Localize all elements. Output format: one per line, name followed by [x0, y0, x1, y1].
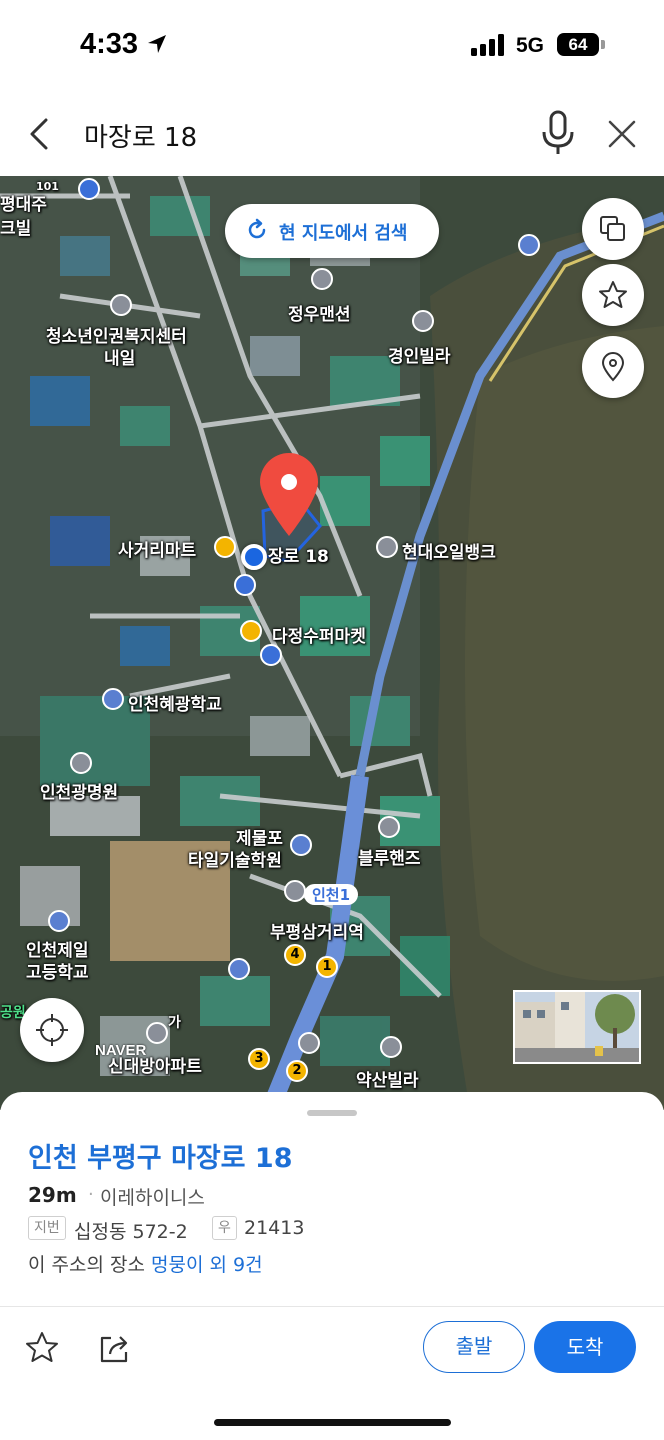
home-indicator[interactable] — [214, 1419, 451, 1426]
naver-logo: NAVER — [95, 1042, 147, 1059]
selected-location-label: 장로 18 — [268, 547, 329, 567]
bus-stop-icon[interactable] — [78, 178, 100, 200]
current-location-button[interactable] — [20, 998, 84, 1062]
map-label: 평대주 — [0, 195, 47, 215]
favorites-button[interactable] — [582, 264, 644, 326]
status-bar: 4:33 5G 64 — [0, 0, 664, 92]
school-icon[interactable] — [48, 910, 70, 932]
map-label: 가 — [168, 1015, 181, 1031]
bus-stop-icon[interactable] — [260, 644, 282, 666]
search-bar: 마장로 18 — [0, 92, 664, 176]
save-star-icon[interactable] — [24, 1330, 60, 1366]
selected-location-marker-icon[interactable] — [256, 452, 322, 538]
accessibility-icon[interactable] — [284, 880, 306, 902]
subway-exit-2[interactable]: 2 — [286, 1060, 308, 1082]
map-label[interactable]: 고등학교 — [26, 958, 89, 983]
subway-exit-4[interactable]: 4 — [284, 944, 306, 966]
address-title: 인천 부평구 마장로 18 — [28, 1143, 293, 1174]
separator: · — [88, 1184, 94, 1205]
zip-badge: 우 — [212, 1216, 237, 1240]
map-layers-button[interactable] — [582, 198, 644, 260]
street-view-thumbnail[interactable] — [513, 990, 641, 1064]
places-link[interactable]: 멍뭉이 외 9건 — [151, 1254, 263, 1276]
back-icon[interactable] — [22, 114, 58, 154]
battery-icon: 64 — [557, 33, 599, 56]
building-poi-icon[interactable] — [412, 310, 434, 332]
map-label: 101 — [36, 180, 59, 193]
sheet-drag-handle[interactable] — [307, 1110, 357, 1116]
map-label[interactable]: 약산빌라 — [356, 1066, 419, 1091]
search-input[interactable]: 마장로 18 — [84, 117, 197, 154]
subway-line-badge[interactable]: 인천1 — [304, 884, 359, 905]
close-icon[interactable] — [604, 116, 640, 152]
battery-tip — [601, 40, 605, 49]
refresh-icon — [248, 218, 266, 239]
bus-stop-icon[interactable] — [234, 574, 256, 596]
crosshair-icon — [36, 1014, 68, 1046]
building-poi-icon[interactable] — [146, 1022, 168, 1044]
cellular-signal-icon — [471, 34, 504, 56]
search-this-area-button[interactable]: 현 지도에서 검색 — [225, 204, 439, 258]
building-poi-icon[interactable] — [380, 1036, 402, 1058]
building-poi-icon[interactable] — [70, 752, 92, 774]
map-label[interactable]: 현대오일뱅크 — [402, 538, 496, 563]
arrive-button[interactable]: 도착 — [534, 1321, 636, 1373]
car-repair-icon[interactable] — [378, 816, 400, 838]
location-pin-icon — [601, 352, 625, 382]
current-location-dot — [241, 544, 267, 570]
map-label: 크빌 — [0, 219, 32, 239]
subway-exit-1[interactable]: 1 — [316, 956, 338, 978]
place-pin-button[interactable] — [582, 336, 644, 398]
jibun-badge: 지번 — [28, 1216, 66, 1240]
restroom-icon[interactable] — [298, 1032, 320, 1054]
parking-icon[interactable] — [228, 958, 250, 980]
network-type: 5G — [516, 34, 545, 57]
map-label[interactable]: 다정수퍼마켓 — [272, 622, 366, 647]
place-info-sheet[interactable]: 인천 부평구 마장로 18 29m · 이레하이니스 지번 십정동 572-2 … — [0, 1092, 664, 1440]
map-label[interactable]: 사거리마트 — [118, 536, 196, 561]
building-poi-icon[interactable] — [311, 268, 333, 290]
map-label[interactable]: 정우맨션 — [288, 300, 351, 325]
school-icon[interactable] — [102, 688, 124, 710]
map-label[interactable]: 타일기술학원 — [188, 846, 282, 871]
status-time: 4:33 — [80, 28, 139, 60]
gas-station-icon[interactable] — [376, 536, 398, 558]
map-label[interactable]: 내일 — [104, 344, 135, 369]
school-icon[interactable] — [290, 834, 312, 856]
building-name: 이레하이니스 — [100, 1187, 205, 1209]
share-icon[interactable] — [97, 1330, 133, 1366]
map-label[interactable]: 인천광명원 — [40, 778, 118, 803]
shopping-icon[interactable] — [240, 620, 262, 642]
map-label[interactable]: 블루핸즈 — [358, 844, 421, 869]
search-this-area-label: 현 지도에서 검색 — [279, 223, 408, 244]
zip-code: 21413 — [244, 1217, 305, 1239]
shopping-icon[interactable] — [214, 536, 236, 558]
street-view-image — [515, 992, 639, 1062]
microphone-icon[interactable] — [538, 110, 578, 156]
star-icon — [599, 281, 627, 308]
parking-icon[interactable] — [518, 234, 540, 256]
divider — [0, 1306, 664, 1307]
jibun-address: 십정동 572-2 — [74, 1221, 188, 1243]
map-label[interactable]: 경인빌라 — [388, 342, 451, 367]
layers-icon — [600, 216, 625, 241]
places-at-address: 이 주소의 장소 멍뭉이 외 9건 — [28, 1250, 263, 1277]
map-label[interactable]: 인천혜광학교 — [128, 690, 222, 715]
distance-text: 29m — [28, 1183, 77, 1207]
map-label[interactable]: 부평삼거리역 — [270, 918, 364, 943]
depart-button[interactable]: 출발 — [423, 1321, 525, 1373]
subway-exit-3[interactable]: 3 — [248, 1048, 270, 1070]
map-view[interactable]: 현 지도에서 검색 장로 18 평대주 크빌 101 청소년인권복지센터 내일 … — [0, 176, 664, 1110]
location-arrow-icon — [148, 35, 166, 53]
building-poi-icon[interactable] — [110, 294, 132, 316]
places-prefix: 이 주소의 장소 — [28, 1254, 145, 1276]
